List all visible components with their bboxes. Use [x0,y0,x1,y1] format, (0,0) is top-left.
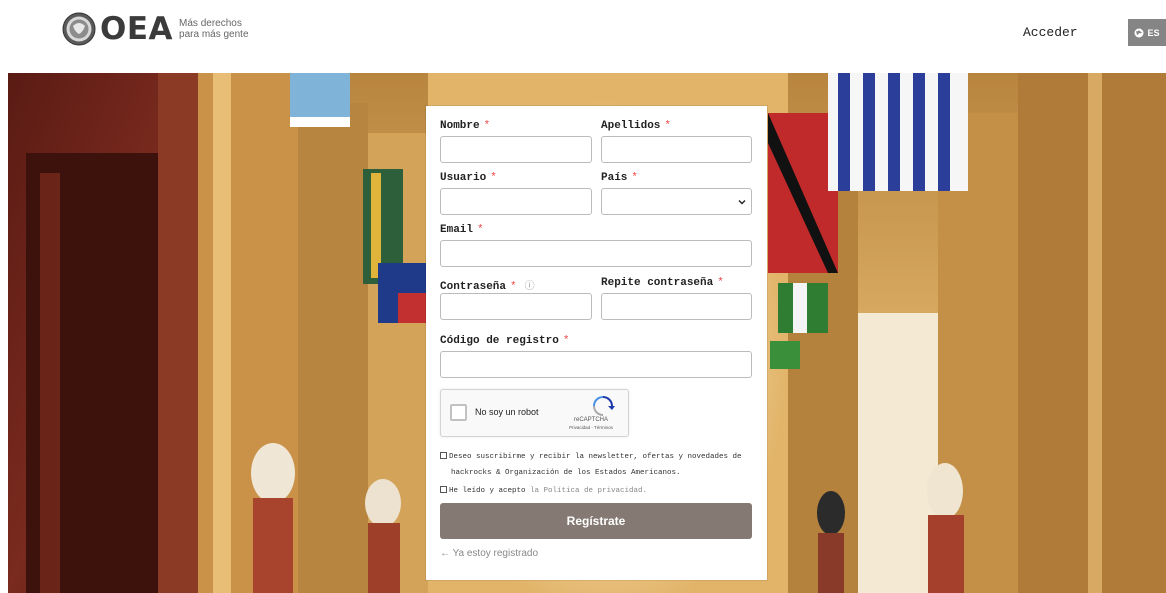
recaptcha-widget: No soy un robot reCAPTCHA Privacidad - T… [440,389,629,437]
chevron-down-icon [738,200,746,205]
nombre-input[interactable] [440,136,592,163]
recaptcha-label: No soy un robot [475,407,539,417]
email-input[interactable] [440,240,752,267]
required-mark: * [717,277,724,289]
password-repeat-label: Repite contraseña * [601,277,724,289]
usuario-label: Usuario * [440,172,497,184]
language-button[interactable]: ES [1128,19,1166,46]
pais-select[interactable] [601,188,752,215]
required-mark: * [664,120,672,132]
privacy-policy-link[interactable]: la Política de privacidad. [530,487,647,495]
logo-wordmark: OEA [100,11,174,47]
usuario-label-text: Usuario [440,172,487,184]
register-button[interactable]: Regístrate [440,503,752,539]
registration-code-input[interactable] [440,351,752,378]
language-label: ES [1147,27,1160,38]
login-link[interactable]: Acceder [1023,25,1078,40]
registration-code-label-text: Código de registro [440,335,559,347]
help-circle-icon[interactable]: ⓘ [525,282,535,293]
password-label: Contraseña * ⓘ [440,277,535,293]
password-repeat-input[interactable] [601,293,752,320]
registration-form: Nombre * Apellidos * Usuario * País * Email *… [426,106,767,580]
newsletter-option: Deseo suscribirme y recibir la newslette… [440,452,742,461]
recaptcha-checkbox[interactable] [450,404,467,421]
already-registered-link[interactable]: ← Ya estoy registrado [440,548,538,559]
registration-code-label: Código de registro * [440,335,569,347]
newsletter-checkbox[interactable] [440,452,447,459]
required-mark: * [490,172,497,184]
privacy-checkbox[interactable] [440,486,447,493]
nombre-label-text: Nombre [440,120,480,132]
oea-logo[interactable]: OEA Más derechos para más gente [62,12,249,46]
password-input[interactable] [440,293,592,320]
privacy-option: He leído y acepto la Política de privaci… [440,486,647,495]
pais-label-text: País [601,172,628,184]
globe-icon [1134,28,1144,37]
recaptcha-logo-icon [593,396,615,416]
email-label-text: Email [440,224,474,236]
recaptcha-brand: reCAPTCHA [573,417,608,423]
required-mark: * [631,172,639,184]
required-mark: * [483,120,491,132]
apellidos-input[interactable] [601,136,752,163]
newsletter-text-1: Deseo suscribirme y recibir la newslette… [449,453,742,461]
top-header: OEA Más derechos para más gente Acceder … [0,0,1166,73]
apellidos-label-text: Apellidos [601,120,661,132]
privacy-prefix: He leído y acepto [449,487,531,495]
tagline-line-2: para más gente [179,29,249,40]
tagline-line-1: Más derechos [179,18,242,29]
password-repeat-label-text: Repite contraseña [601,277,714,289]
oea-seal-icon [62,12,96,46]
usuario-input[interactable] [440,188,592,215]
pais-label: País * [601,172,638,184]
newsletter-text-2: hackrocks & Organización de los Estados … [451,469,681,477]
apellidos-label: Apellidos * [601,120,671,132]
recaptcha-terms[interactable]: Privacidad - Términos [561,425,621,430]
password-label-text: Contraseña [440,281,507,293]
required-mark: * [510,281,517,293]
nombre-label: Nombre * [440,120,490,132]
required-mark: * [562,335,570,347]
email-label: Email * [440,224,484,236]
logo-tagline: Más derechos para más gente [179,18,249,40]
required-mark: * [477,224,484,236]
